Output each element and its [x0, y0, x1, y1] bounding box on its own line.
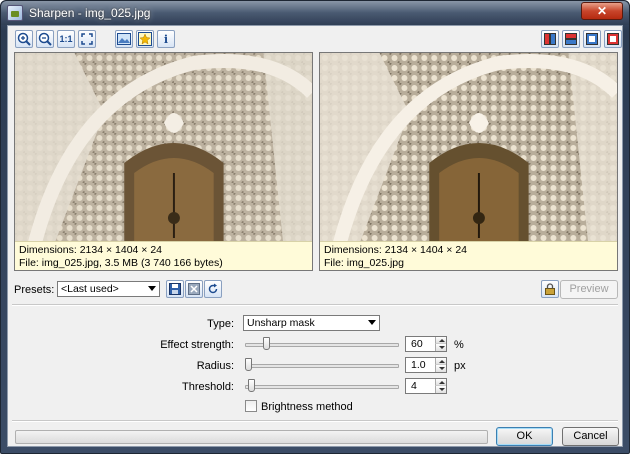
preview-button[interactable]: Preview — [560, 280, 618, 299]
radius-slider[interactable] — [245, 364, 399, 368]
footer-divider — [12, 420, 618, 422]
image-levels-icon — [117, 33, 131, 45]
spin-up-icon[interactable] — [435, 358, 446, 365]
sharpen-dialog: Sharpen - img_025.jpg ✕ 1:1 i Dimensions… — [0, 0, 630, 454]
chevron-down-icon — [148, 286, 156, 291]
radius-input[interactable]: 1.0 — [405, 357, 447, 373]
zoom-out-button[interactable] — [36, 30, 54, 48]
layout-stop-icon — [607, 33, 619, 45]
radius-slider-thumb[interactable] — [245, 358, 252, 371]
spin-up-icon[interactable] — [435, 337, 446, 344]
threshold-value: 4 — [411, 380, 417, 392]
threshold-label: Threshold: — [182, 381, 234, 393]
chevron-down-icon — [368, 320, 376, 325]
highlight-icon — [138, 32, 152, 46]
effect-strength-value: 60 — [411, 338, 423, 350]
zoom-in-button[interactable] — [15, 30, 33, 48]
layout-side-by-side-icon — [544, 33, 556, 45]
layout-single-icon — [586, 33, 598, 45]
brightness-method-checkbox[interactable] — [245, 400, 257, 412]
layout-top-bottom-icon — [565, 33, 577, 45]
threshold-slider-thumb[interactable] — [247, 379, 255, 392]
presets-label: Presets: — [14, 284, 55, 296]
layout-side-by-side-button[interactable] — [541, 30, 559, 48]
highlight-button[interactable] — [136, 30, 154, 48]
info-icon: i — [163, 32, 169, 46]
result-file-text: File: img_025.jpg — [324, 256, 404, 269]
cancel-button[interactable]: Cancel — [562, 427, 619, 446]
info-button[interactable]: i — [157, 30, 175, 48]
fit-to-window-icon — [81, 33, 93, 45]
app-icon — [7, 5, 23, 21]
ok-button[interactable]: OK — [496, 427, 553, 446]
effect-strength-label: Effect strength: — [160, 339, 234, 351]
radius-unit: px — [454, 360, 466, 372]
lock-preview-button[interactable] — [541, 280, 559, 298]
actual-size-icon: 1:1 — [59, 34, 73, 44]
title-bar[interactable]: Sharpen - img_025.jpg ✕ — [1, 1, 629, 25]
presets-selected-value: <Last used> — [61, 283, 119, 295]
radius-value: 1.0 — [411, 359, 426, 371]
spin-down-icon[interactable] — [435, 344, 446, 351]
fit-to-window-button[interactable] — [78, 30, 96, 48]
image-levels-button[interactable] — [115, 30, 133, 48]
actual-size-button[interactable]: 1:1 — [57, 30, 75, 48]
original-file-text: File: img_025.jpg, 3.5 MB (3 740 166 byt… — [19, 256, 223, 269]
result-image — [320, 53, 617, 243]
spin-down-icon[interactable] — [435, 386, 446, 393]
threshold-slider[interactable] — [245, 385, 399, 389]
layout-stop-button[interactable] — [604, 30, 622, 48]
window-title: Sharpen - img_025.jpg — [29, 6, 151, 20]
lock-icon — [545, 283, 555, 295]
save-preset-icon — [169, 283, 181, 295]
section-divider — [12, 304, 618, 306]
zoom-out-icon — [38, 32, 52, 46]
original-image-info: Dimensions: 2134 × 1404 × 24 File: img_0… — [15, 241, 312, 270]
spin-up-icon[interactable] — [435, 379, 446, 386]
delete-preset-icon — [188, 283, 200, 295]
result-image-info: Dimensions: 2134 × 1404 × 24 File: img_0… — [320, 241, 617, 270]
reset-preset-icon — [208, 283, 218, 294]
close-button[interactable]: ✕ — [581, 2, 623, 20]
spin-down-icon[interactable] — [435, 365, 446, 372]
result-preview-pane[interactable]: Dimensions: 2134 × 1404 × 24 File: img_0… — [319, 52, 618, 271]
presets-dropdown[interactable]: <Last used> — [57, 281, 160, 297]
type-selected-value: Unsharp mask — [247, 317, 315, 329]
type-label: Type: — [207, 318, 234, 330]
delete-preset-button[interactable] — [185, 280, 203, 298]
radius-label: Radius: — [196, 360, 234, 372]
layout-top-bottom-button[interactable] — [562, 30, 580, 48]
original-image — [15, 53, 312, 243]
original-preview-pane[interactable]: Dimensions: 2134 × 1404 × 24 File: img_0… — [14, 52, 313, 271]
reset-preset-button[interactable] — [204, 280, 222, 298]
brightness-method-label: Brightness method — [261, 401, 353, 413]
progress-bar — [15, 430, 488, 444]
dialog-client-area: 1:1 i Dimensions: 2134 × 1404 × 24 File:… — [7, 25, 623, 447]
effect-strength-unit: % — [454, 339, 464, 351]
save-preset-button[interactable] — [166, 280, 184, 298]
result-dimensions-text: Dimensions: 2134 × 1404 × 24 — [324, 244, 468, 256]
original-dimensions-text: Dimensions: 2134 × 1404 × 24 — [19, 244, 163, 256]
effect-strength-slider-thumb[interactable] — [262, 337, 270, 350]
zoom-in-icon — [17, 32, 31, 46]
threshold-input[interactable]: 4 — [405, 378, 447, 394]
effect-strength-input[interactable]: 60 — [405, 336, 447, 352]
type-dropdown[interactable]: Unsharp mask — [243, 315, 380, 331]
layout-single-button[interactable] — [583, 30, 601, 48]
